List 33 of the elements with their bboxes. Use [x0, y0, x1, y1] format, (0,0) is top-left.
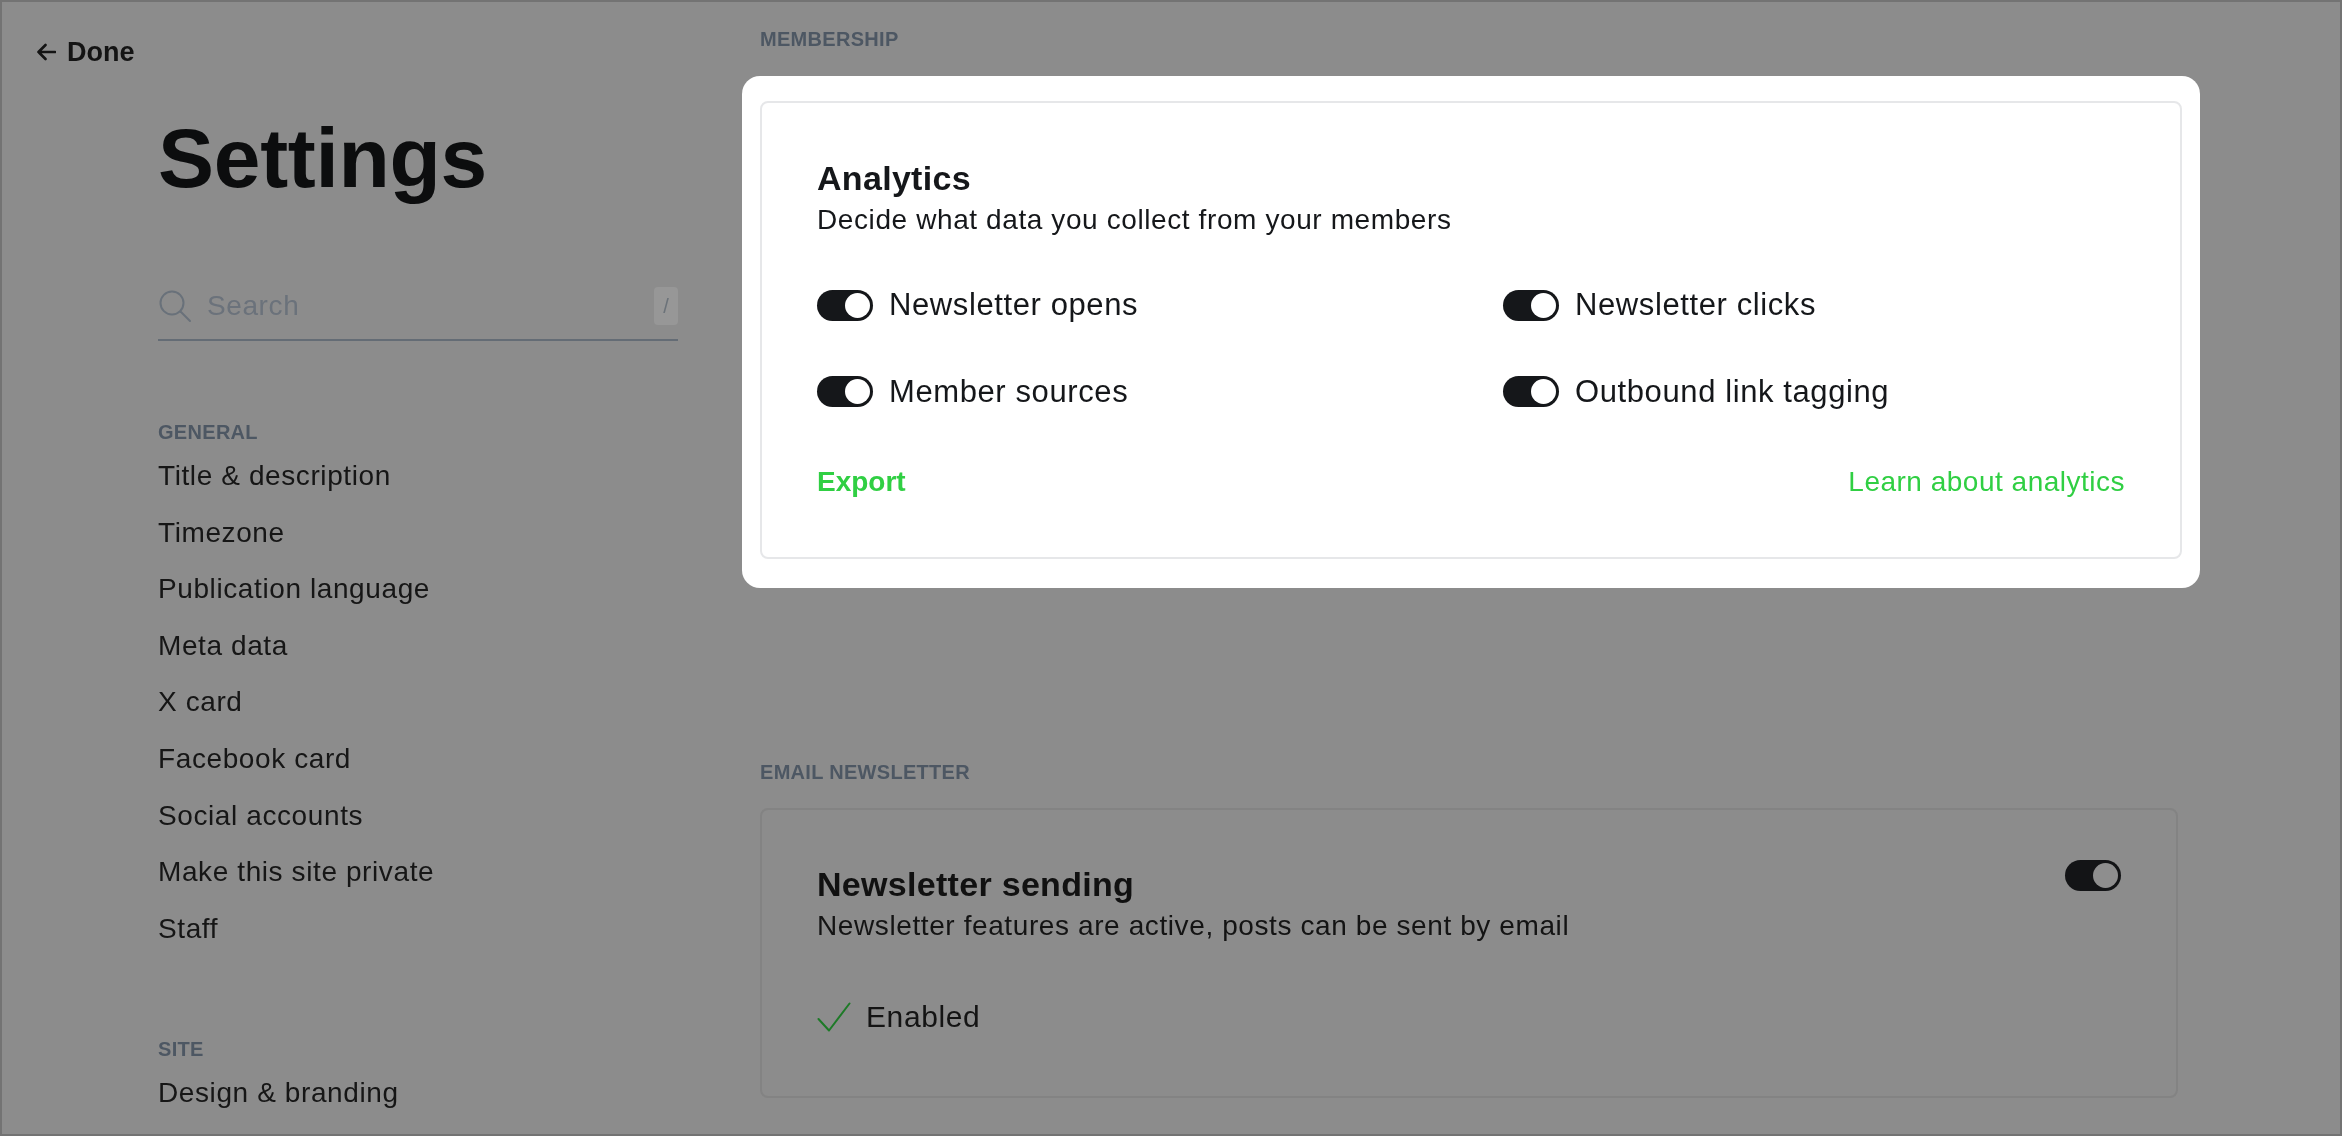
sidebar-item[interactable]: Make this site private	[158, 853, 435, 892]
toggle-switch[interactable]	[1503, 289, 1559, 321]
toggle-label: Member sources	[889, 372, 1129, 411]
shortcut-key: /	[654, 287, 678, 325]
section-heading: SITE	[158, 1036, 204, 1061]
toggle-label: Newsletter opens	[889, 286, 1139, 324]
sidebar-item[interactable]: Facebook card	[158, 739, 351, 778]
card-description: Newsletter features are active, posts can be sent by email	[817, 909, 1570, 943]
card-title: Newsletter sending	[817, 864, 1135, 905]
section-heading: EMAIL NEWSLETTER	[760, 760, 970, 784]
sidebar-item[interactable]: Social accounts	[158, 796, 364, 835]
toggle-switch[interactable]	[817, 289, 873, 321]
toggle-switch[interactable]	[1503, 376, 1559, 407]
toggle-switch[interactable]	[817, 376, 873, 407]
sidebar-item[interactable]: Meta data	[158, 626, 288, 665]
sidebar-item[interactable]: Publication language	[158, 570, 430, 609]
card-description: Decide what data you collect from your members	[817, 203, 1452, 237]
search-icon	[159, 290, 191, 322]
sidebar-item[interactable]: Staff	[158, 909, 219, 948]
done-button[interactable]: Done	[36, 36, 135, 68]
toggle-label: Newsletter clicks	[1575, 286, 1817, 324]
sidebar-item[interactable]: Title & description	[158, 457, 391, 495]
section-heading: MEMBERSHIP	[760, 27, 899, 51]
toggle-switch[interactable]	[2065, 860, 2121, 891]
status-label: Enabled	[866, 999, 981, 1035]
sidebar-item[interactable]: Design & branding	[158, 1073, 399, 1112]
check-icon	[817, 1002, 851, 1032]
toggle-label: Outbound link tagging	[1575, 372, 1890, 411]
sidebar-item[interactable]: X card	[158, 683, 243, 722]
sidebar-item[interactable]: Timezone	[158, 513, 285, 552]
arrow-left-icon	[36, 43, 56, 61]
section-heading: GENERAL	[158, 420, 258, 444]
card-title: Analytics	[817, 158, 971, 199]
